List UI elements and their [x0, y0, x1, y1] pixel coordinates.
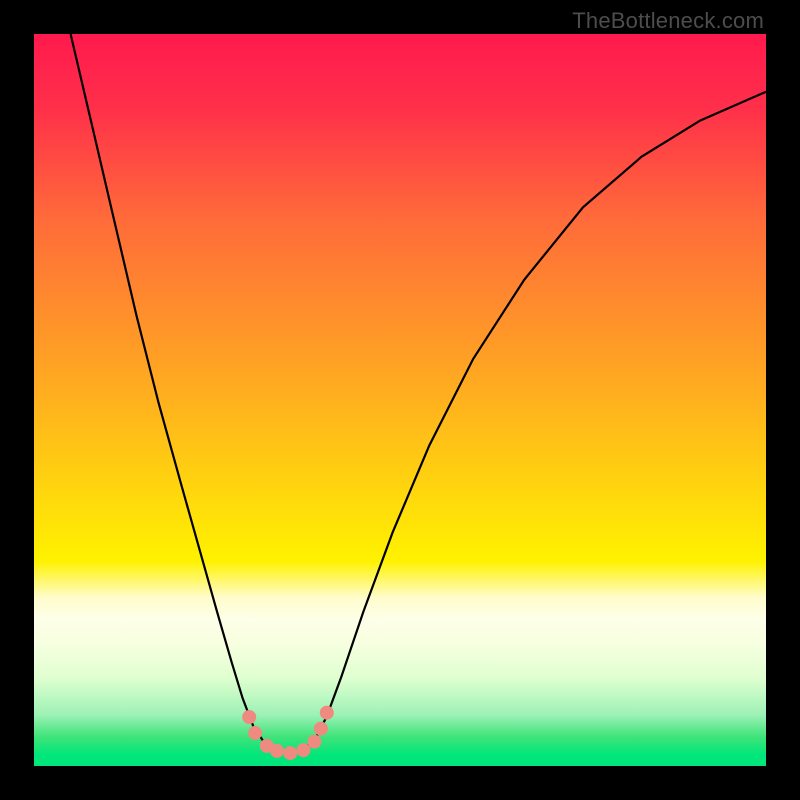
data-dot: [270, 744, 284, 758]
data-dot: [296, 743, 310, 757]
data-dot: [248, 726, 262, 740]
data-dot: [314, 722, 328, 736]
data-dot: [307, 735, 321, 749]
data-dot: [320, 706, 334, 720]
data-dot: [283, 746, 297, 760]
data-dot: [242, 710, 256, 724]
gradient-background: [34, 34, 766, 766]
watermark-text: TheBottleneck.com: [572, 8, 764, 34]
plot-area: [34, 34, 766, 766]
chart-frame: TheBottleneck.com: [0, 0, 800, 800]
chart-svg: [34, 34, 766, 766]
